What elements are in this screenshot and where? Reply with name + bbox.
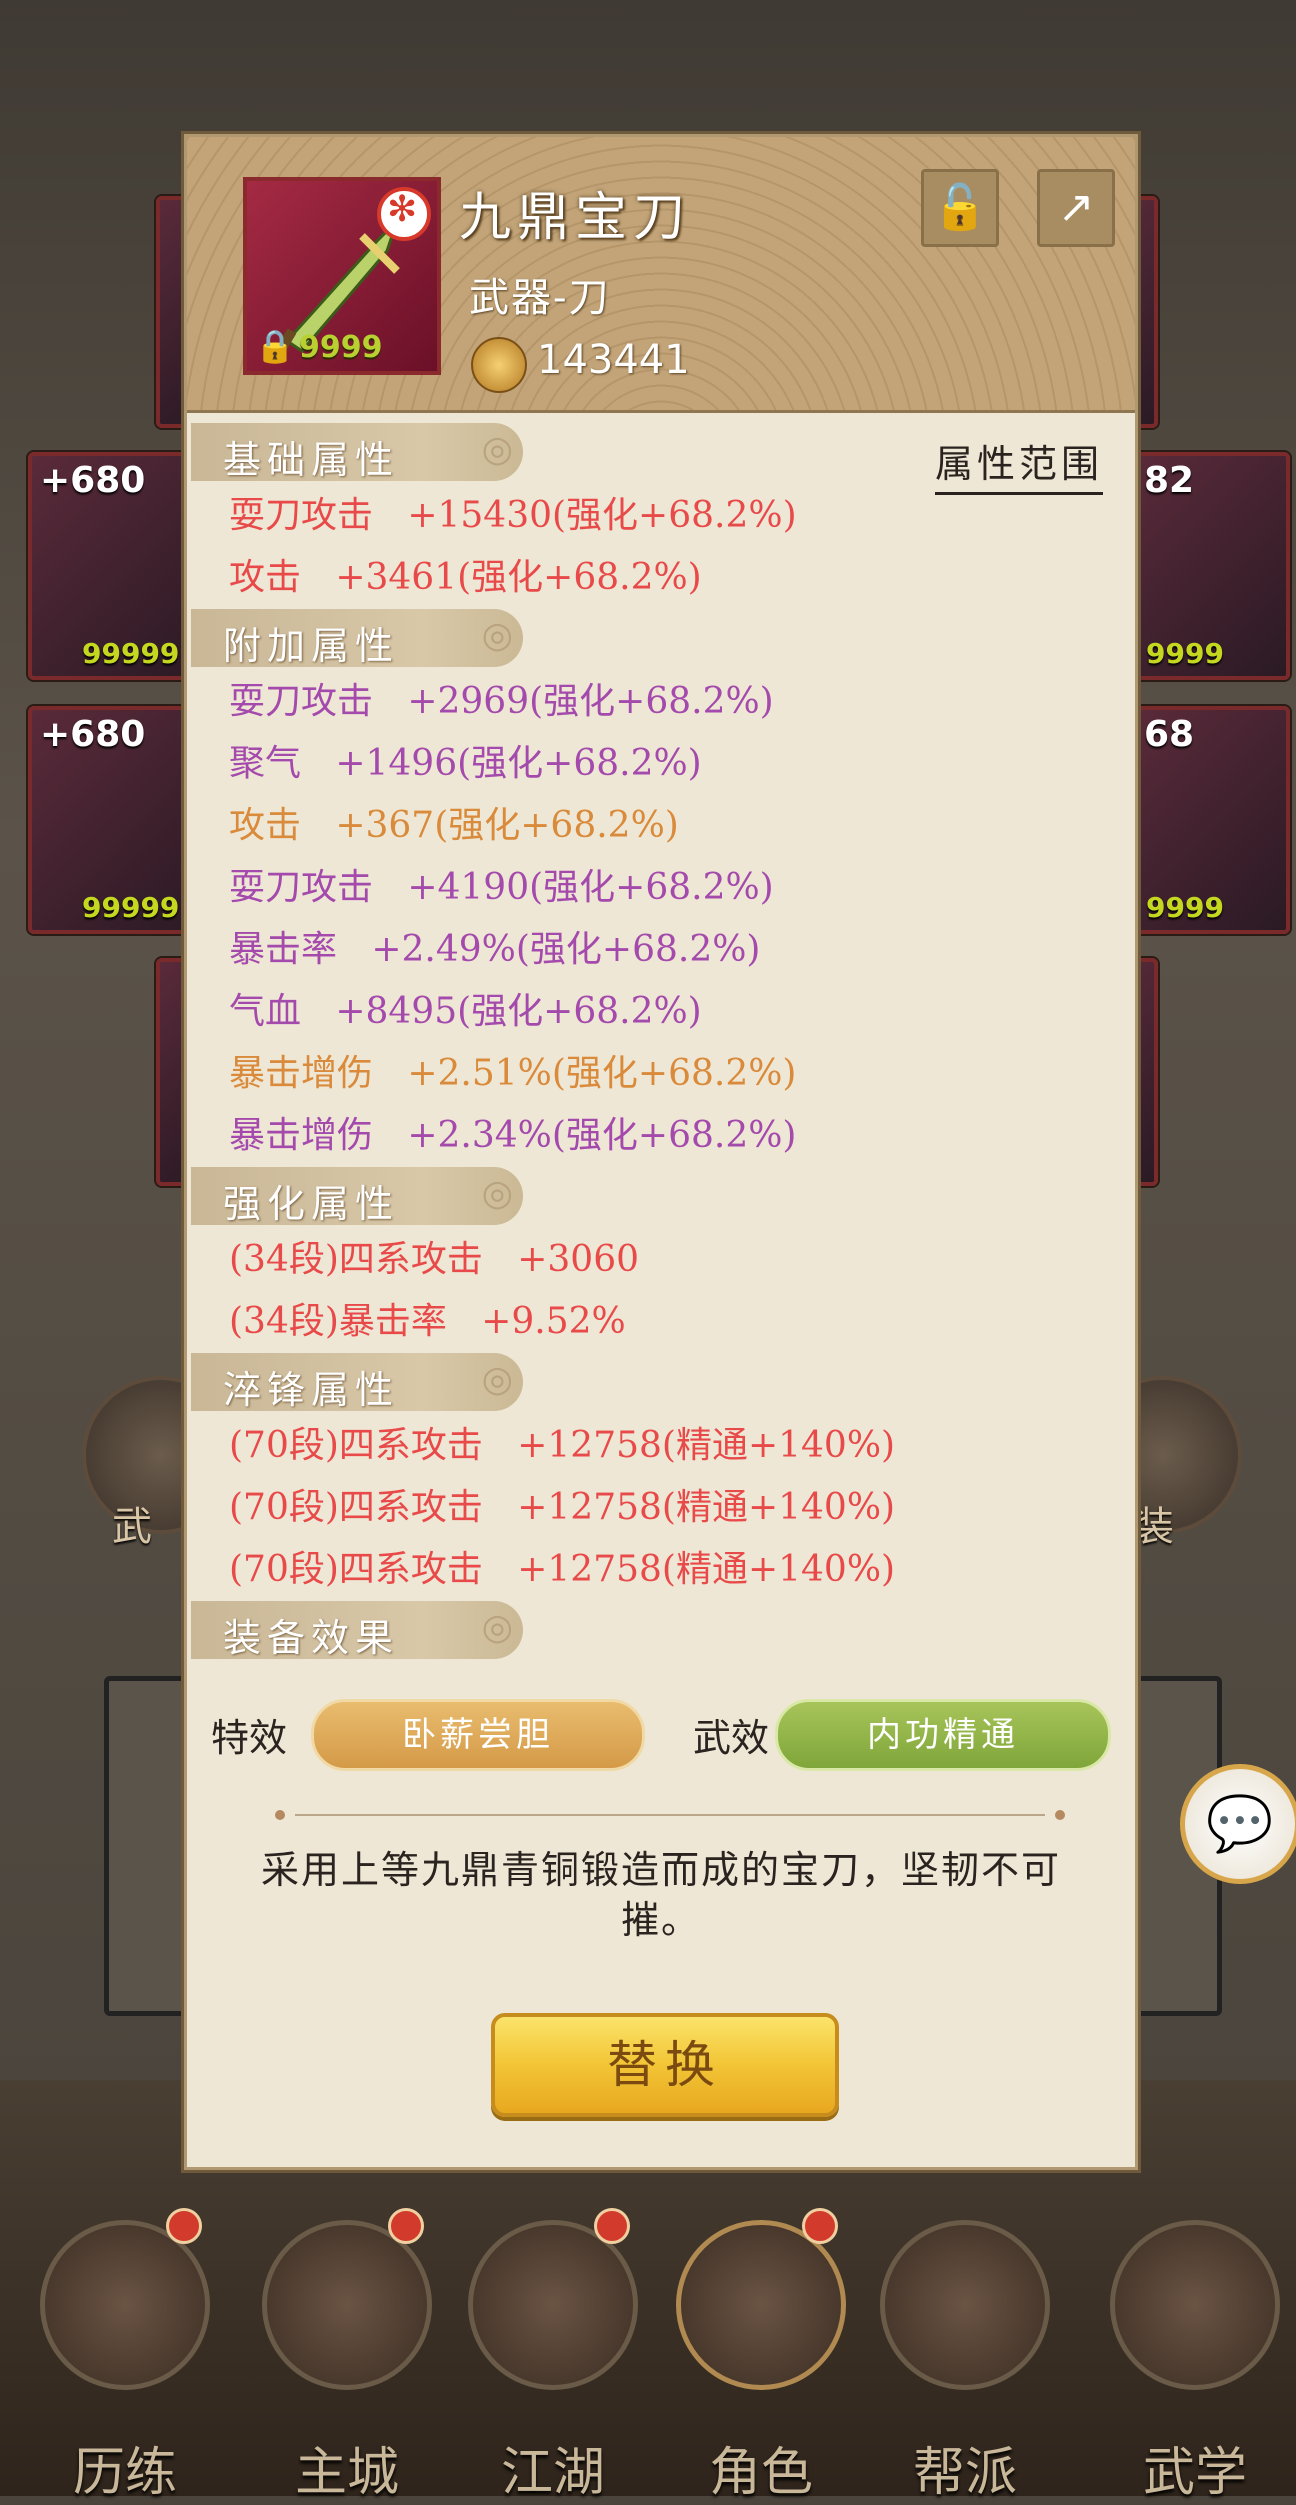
attr-row: 耍刀攻击 +4190(强化+68.2%) — [229, 867, 774, 908]
attribute-range-link[interactable]: 属性范围 — [934, 433, 1103, 495]
item-name: 九鼎宝刀 — [459, 188, 692, 248]
section-header-enhance: 强化属性 — [191, 1167, 523, 1226]
attr-row: 耍刀攻击 +2969(强化+68.2%) — [229, 681, 774, 722]
equipment-slot[interactable]: +680 99999 — [28, 452, 206, 680]
section-title: 附加属性 — [223, 624, 400, 668]
enhance-level: +680 — [40, 460, 146, 501]
power-icon — [471, 337, 527, 393]
martial-effect-pill[interactable]: 内功精通 — [775, 1699, 1111, 1771]
notification-dot — [594, 2208, 630, 2244]
item-icon[interactable]: 🔒 9999 — [243, 177, 441, 375]
notification-dot — [388, 2208, 424, 2244]
enhance-level: 82 — [1144, 460, 1195, 501]
attr-row: (34段)四系攻击 +3060 — [229, 1239, 640, 1280]
special-effect-pill[interactable]: 卧薪尝胆 — [311, 1699, 645, 1771]
item-header: 🔒 9999 九鼎宝刀 武器-刀 143441 🔓 ↗ — [187, 137, 1135, 413]
attr-row: 暴击增伤 +2.51%(强化+68.2%) — [229, 1053, 797, 1094]
quality-badge — [377, 187, 431, 241]
notification-dot — [166, 2208, 202, 2244]
item-detail-modal: 🔒 9999 九鼎宝刀 武器-刀 143441 🔓 ↗ 属性范围 基础属性 耍刀… — [184, 134, 1138, 2170]
equipment-slot[interactable]: +680 99999 — [28, 706, 206, 934]
share-icon: ↗ — [1057, 182, 1095, 233]
section-title: 强化属性 — [223, 1182, 400, 1226]
equipment-slot[interactable]: 82 9999 — [1132, 452, 1290, 680]
nav-label: 角色 — [708, 2443, 813, 2503]
nav-label: 武学 — [1142, 2443, 1247, 2503]
lock-icon: 🔓 — [932, 182, 988, 233]
item-description: 采用上等九鼎青铜锻造而成的宝刀，坚韧不可摧。 — [261, 1848, 1062, 1942]
nav-item-jianghu[interactable]: 江湖 — [468, 2200, 638, 2503]
jianghu-icon — [468, 2220, 638, 2390]
chat-button[interactable]: 💬 — [1180, 1764, 1296, 1884]
side-button-right-label: 装 — [1134, 1504, 1174, 1550]
enhance-level: 68 — [1144, 714, 1195, 755]
item-level: 99999 — [82, 891, 180, 924]
attr-row: 攻击 +367(强化+68.2%) — [229, 805, 679, 846]
nav-label: 历练 — [72, 2443, 177, 2503]
item-level: 9999 — [1146, 891, 1224, 924]
section-header-base: 基础属性 — [191, 423, 523, 482]
replace-button[interactable]: 替换 — [491, 2013, 839, 2117]
share-button[interactable]: ↗ — [1037, 169, 1115, 247]
attr-row: 暴击率 +2.49%(强化+68.2%) — [229, 929, 761, 970]
martial-effect-label: 武效 — [693, 1716, 770, 1760]
item-icon-level: 9999 — [299, 330, 383, 365]
city-icon — [262, 2220, 432, 2390]
special-effect-label: 特效 — [211, 1716, 288, 1760]
section-header-equip: 装备效果 — [191, 1601, 523, 1660]
attr-row: (70段)四系攻击 +12758(精通+140%) — [229, 1487, 896, 1528]
section-header-extra: 附加属性 — [191, 609, 523, 668]
side-button-left-label: 武 — [112, 1504, 152, 1550]
nav-item-city[interactable]: 主城 — [262, 2200, 432, 2503]
background-panel — [104, 1676, 194, 2016]
nav-label: 主城 — [294, 2443, 399, 2503]
attr-row: 气血 +8495(强化+68.2%) — [229, 991, 702, 1032]
scroll-icon — [1110, 2220, 1280, 2390]
attr-row: 暴击增伤 +2.34%(强化+68.2%) — [229, 1115, 797, 1156]
attr-row: (70段)四系攻击 +12758(精通+140%) — [229, 1549, 896, 1590]
notification-dot — [802, 2208, 838, 2244]
lock-button[interactable]: 🔓 — [921, 169, 999, 247]
item-level: 99999 — [82, 637, 180, 670]
section-title: 淬锋属性 — [223, 1368, 400, 1412]
section-header-temper: 淬锋属性 — [191, 1353, 523, 1412]
attr-row: 聚气 +1496(强化+68.2%) — [229, 743, 702, 784]
attr-row: (70段)四系攻击 +12758(精通+140%) — [229, 1425, 896, 1466]
attr-row: (34段)暴击率 +9.52% — [229, 1301, 626, 1342]
section-title: 装备效果 — [223, 1616, 400, 1660]
nav-item-martial[interactable]: 武学 — [1110, 2200, 1280, 2503]
chat-bubble-icon: 💬 — [1206, 1792, 1274, 1855]
equip-effects: 特效 卧薪尝胆 武效 内功精通 — [207, 1695, 1117, 1775]
nav-item-character[interactable]: 角色 — [676, 2200, 846, 2503]
guild-icon — [880, 2220, 1050, 2390]
section-title: 基础属性 — [223, 438, 400, 482]
item-level: 9999 — [1146, 637, 1224, 670]
character-icon — [676, 2220, 846, 2390]
nav-label: 江湖 — [500, 2443, 605, 2503]
item-type: 武器-刀 — [469, 275, 611, 321]
enhance-level: +680 — [40, 714, 146, 755]
attr-row: 攻击 +3461(强化+68.2%) — [229, 557, 702, 598]
power-value: 143441 — [537, 337, 690, 383]
divider — [275, 1810, 1065, 1820]
nav-label: 帮派 — [912, 2443, 1017, 2503]
nav-item-training[interactable]: 历练 — [40, 2200, 210, 2503]
lock-icon: 🔒 — [255, 327, 295, 365]
attributes-list: 属性范围 基础属性 耍刀攻击 +15430(强化+68.2%) 攻击 +3461… — [191, 423, 1129, 1663]
nav-item-guild[interactable]: 帮派 — [880, 2200, 1050, 2503]
equipment-slot[interactable]: 68 9999 — [1132, 706, 1290, 934]
training-icon — [40, 2220, 210, 2390]
